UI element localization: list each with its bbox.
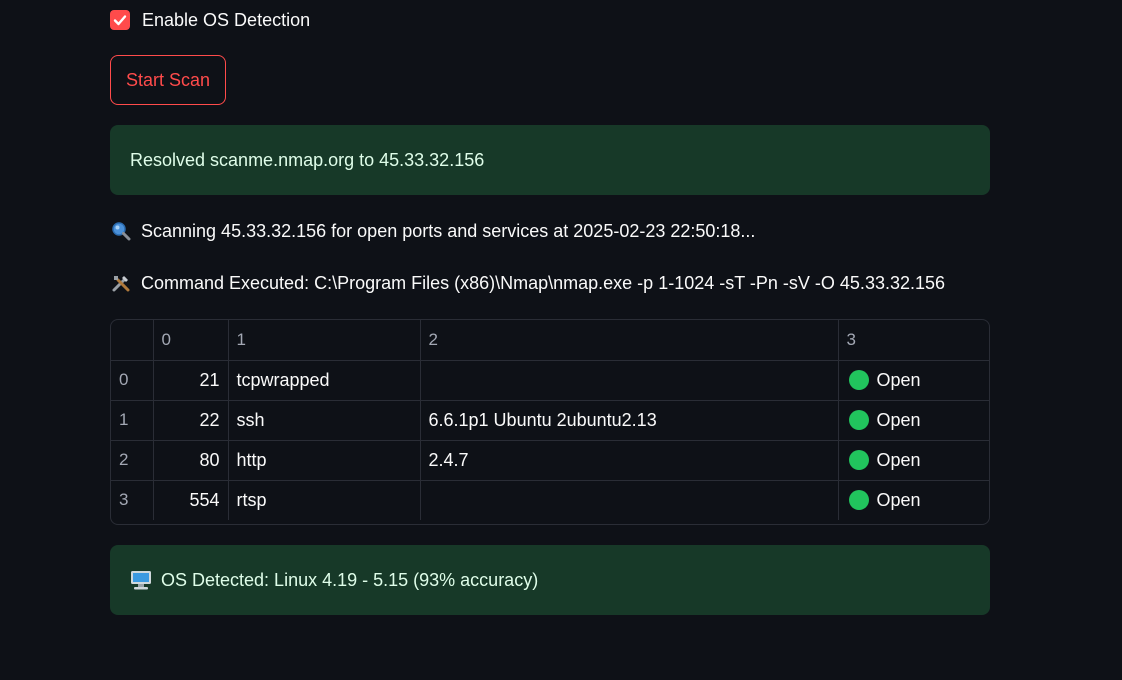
header-index[interactable]	[111, 320, 154, 361]
table-row: 0 21 tcpwrapped Open	[111, 360, 989, 401]
row-index: 0	[111, 360, 154, 401]
header-col-3[interactable]: 3	[838, 320, 989, 361]
green-circle-icon	[848, 370, 869, 390]
table-row: 3 554 rtsp Open	[111, 480, 989, 520]
start-scan-button[interactable]: Start Scan	[110, 55, 226, 105]
status-cell[interactable]: Open	[838, 360, 989, 401]
status-text: Open	[876, 449, 921, 470]
port-cell[interactable]: 22	[153, 400, 229, 441]
version-cell[interactable]: 2.4.7	[420, 440, 839, 481]
os-detection-checkbox[interactable]: Enable OS Detection	[110, 9, 310, 31]
results-table[interactable]: 0 1 2 3 0 21 tcpwrapped Open 1 22 ssh 6.…	[110, 319, 990, 525]
service-cell[interactable]: rtsp	[228, 480, 421, 520]
header-col-2[interactable]: 2	[420, 320, 839, 361]
os-detected-text: OS Detected: Linux 4.19 - 5.15 (93% accu…	[161, 569, 539, 590]
status-text: Open	[876, 489, 921, 510]
computer-icon	[130, 569, 152, 591]
port-cell[interactable]: 554	[153, 480, 229, 520]
status-cell[interactable]: Open	[838, 400, 989, 441]
status-cell[interactable]: Open	[838, 480, 989, 520]
scan-status-text: Scanning 45.33.32.156 for open ports and…	[141, 220, 756, 241]
row-index: 2	[111, 440, 154, 481]
version-cell[interactable]	[420, 480, 839, 520]
table-row: 1 22 ssh 6.6.1p1 Ubuntu 2ubuntu2.13 Open	[111, 400, 989, 441]
row-index: 1	[111, 400, 154, 441]
checkbox-checked-icon[interactable]	[110, 10, 130, 30]
app-root: Enable OS Detection Start Scan Resolved …	[0, 0, 1122, 680]
command-text: Command Executed: C:\Program Files (x86)…	[141, 272, 946, 293]
port-cell[interactable]: 21	[153, 360, 229, 401]
status-cell[interactable]: Open	[838, 440, 989, 481]
row-index: 3	[111, 480, 154, 520]
table-header-row: 0 1 2 3	[111, 320, 989, 361]
green-circle-icon	[848, 450, 869, 470]
header-col-1[interactable]: 1	[228, 320, 421, 361]
resolved-alert: Resolved scanme.nmap.org to 45.33.32.156	[110, 125, 990, 195]
os-detection-label: Enable OS Detection	[142, 9, 311, 30]
service-cell[interactable]: http	[228, 440, 421, 481]
status-text: Open	[876, 409, 921, 430]
green-circle-icon	[848, 410, 869, 430]
tools-icon	[110, 272, 132, 294]
status-text: Open	[876, 369, 921, 390]
table-row: 2 80 http 2.4.7 Open	[111, 440, 989, 481]
service-cell[interactable]: tcpwrapped	[228, 360, 421, 401]
header-col-0[interactable]: 0	[153, 320, 229, 361]
scan-status-line: Scanning 45.33.32.156 for open ports and…	[110, 218, 755, 244]
magnifier-icon	[110, 220, 132, 242]
os-detected-alert: OS Detected: Linux 4.19 - 5.15 (93% accu…	[110, 545, 990, 615]
service-cell[interactable]: ssh	[228, 400, 421, 441]
green-circle-icon	[848, 490, 869, 511]
command-line: Command Executed: C:\Program Files (x86)…	[110, 270, 945, 296]
resolved-alert-text: Resolved scanme.nmap.org to 45.33.32.156	[130, 149, 485, 170]
version-cell[interactable]	[420, 360, 839, 401]
version-cell[interactable]: 6.6.1p1 Ubuntu 2ubuntu2.13	[420, 400, 839, 441]
port-cell[interactable]: 80	[153, 440, 229, 481]
